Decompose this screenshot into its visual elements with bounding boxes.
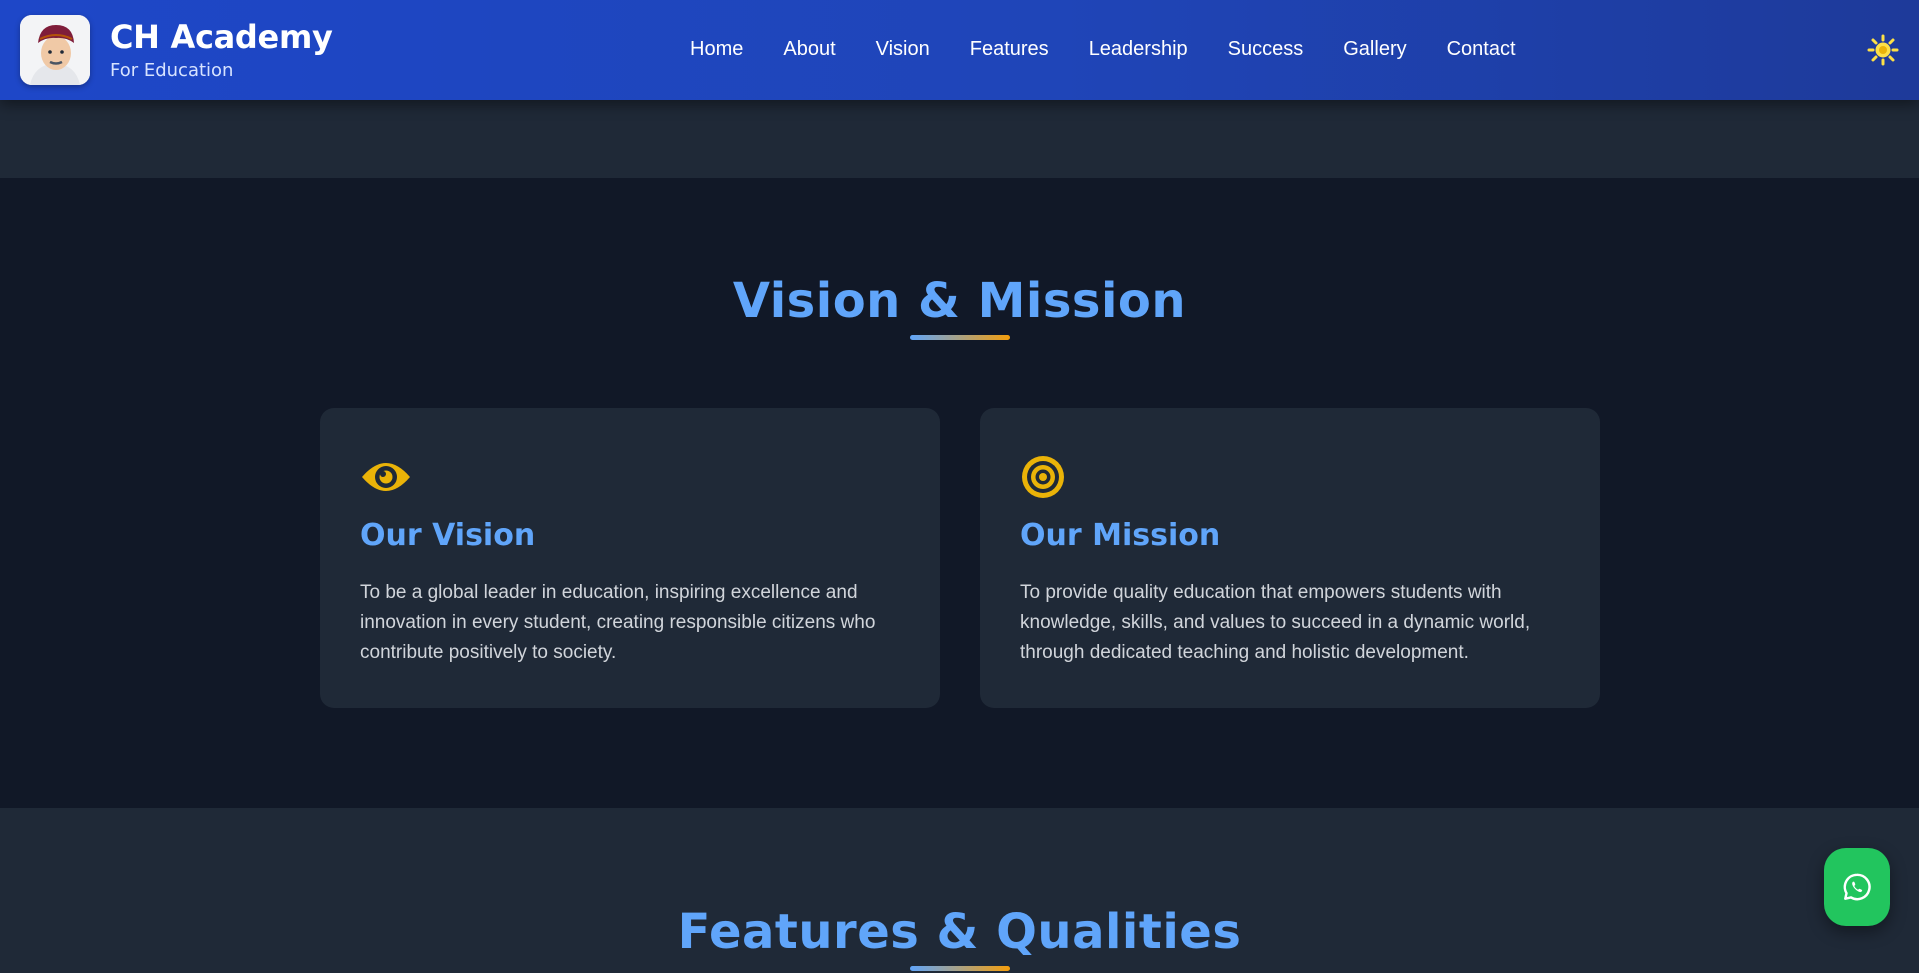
title-underline bbox=[910, 335, 1010, 340]
target-icon bbox=[1022, 456, 1064, 498]
vision-card: Our Vision To be a global leader in educ… bbox=[320, 408, 940, 708]
main-nav: Home About Vision Features Leadership Su… bbox=[690, 38, 1556, 61]
nav-gallery[interactable]: Gallery bbox=[1343, 38, 1406, 61]
page: CH Academy For Education Home About Visi… bbox=[0, 0, 1919, 973]
brand-subtitle: For Education bbox=[110, 60, 234, 81]
nav-contact[interactable]: Contact bbox=[1447, 38, 1516, 61]
card-title: Our Mission bbox=[1020, 518, 1221, 553]
card-title: Our Vision bbox=[360, 518, 536, 553]
nav-about[interactable]: About bbox=[783, 38, 835, 61]
sun-icon bbox=[1867, 34, 1899, 66]
navbar: CH Academy For Education Home About Visi… bbox=[0, 0, 1919, 100]
whatsapp-button[interactable] bbox=[1824, 848, 1890, 926]
nav-vision[interactable]: Vision bbox=[876, 38, 930, 61]
brand-title: CH Academy bbox=[110, 18, 333, 56]
nav-features[interactable]: Features bbox=[970, 38, 1049, 61]
features-section: Features & Qualities bbox=[0, 808, 1919, 973]
title-underline bbox=[910, 966, 1010, 971]
nav-leadership[interactable]: Leadership bbox=[1089, 38, 1188, 61]
eye-icon bbox=[362, 463, 410, 491]
founder-portrait-icon bbox=[20, 15, 90, 85]
section-title: Vision & Mission bbox=[732, 273, 1187, 329]
card-text: To be a global leader in education, insp… bbox=[360, 582, 876, 663]
logo[interactable] bbox=[20, 15, 90, 85]
nav-home[interactable]: Home bbox=[690, 38, 743, 61]
mission-card: Our Mission To provide quality education… bbox=[980, 408, 1600, 708]
theme-toggle-button[interactable] bbox=[1867, 34, 1899, 66]
section-title: Features & Qualities bbox=[677, 904, 1242, 960]
whatsapp-icon bbox=[1843, 873, 1871, 901]
card-text: To provide quality education that empowe… bbox=[1020, 582, 1531, 663]
nav-success[interactable]: Success bbox=[1228, 38, 1304, 61]
vision-mission-section: Vision & Mission Our Vision To be a glob… bbox=[0, 178, 1919, 808]
hero-bottom-strip bbox=[0, 100, 1919, 178]
